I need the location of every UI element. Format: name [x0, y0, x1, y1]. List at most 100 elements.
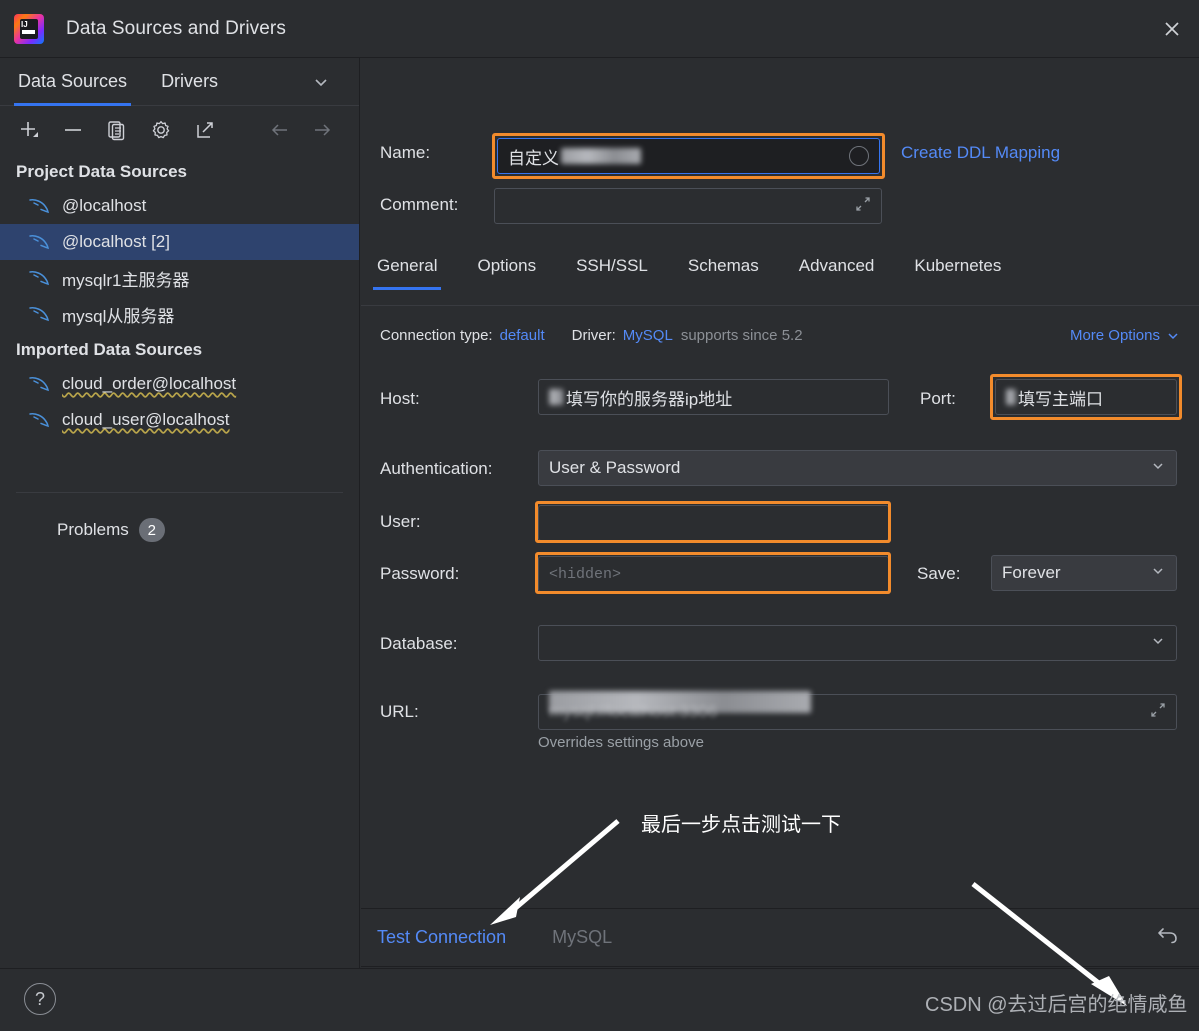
mysql-dolphin-icon [28, 411, 50, 429]
user-input[interactable] [538, 505, 889, 541]
sidebar-divider [16, 492, 343, 493]
sidebar-item-label: @localhost [2] [62, 232, 170, 251]
url-input-value: mysql://localhost:3306 [549, 702, 718, 721]
arrow-left-icon[interactable] [267, 117, 293, 143]
mysql-dolphin-icon [28, 233, 50, 251]
url-label: URL: [380, 702, 419, 721]
user-label: User: [380, 512, 421, 531]
tab-ssh-ssl[interactable]: SSH/SSL [576, 256, 648, 290]
mysql-dolphin-icon [28, 305, 50, 323]
comment-label: Comment: [380, 195, 459, 214]
driver-note: supports since 5.2 [680, 327, 803, 344]
tab-drivers[interactable]: Drivers [161, 71, 218, 92]
more-options-button[interactable]: More Options [1070, 327, 1180, 344]
chevron-down-icon[interactable] [311, 72, 331, 97]
comment-input[interactable] [494, 188, 882, 224]
arrow-right-icon[interactable] [309, 117, 335, 143]
problems-row[interactable]: Problems 2 [0, 518, 359, 542]
sidebar-item-label: cloud_user@localhost [62, 410, 230, 429]
mysql-dolphin-icon [28, 375, 50, 393]
driver-name-label: MySQL [552, 927, 613, 947]
chevron-down-icon [1150, 563, 1166, 584]
csdn-watermark: CSDN @去过后宫的绝情咸鱼 [925, 994, 1188, 1016]
undo-icon[interactable] [1155, 923, 1181, 952]
plus-icon[interactable] [16, 117, 42, 143]
password-placeholder: <hidden> [549, 565, 622, 583]
redacted-host-prefix [549, 389, 563, 405]
name-input-value: 自定义 [508, 148, 559, 168]
tab-general[interactable]: General [372, 256, 443, 290]
password-label: Password: [380, 564, 460, 583]
data-source-settings-panel: Name: 自定义 Create DDL Mapping Comment: Ge… [361, 58, 1199, 908]
sidebar-item-localhost[interactable]: @localhost [0, 188, 359, 224]
dialog-title: Data Sources and Drivers [66, 17, 286, 39]
help-button[interactable]: ? [24, 983, 56, 1015]
mysql-dolphin-icon [28, 197, 50, 215]
port-label: Port: [920, 389, 956, 408]
redacted-port-prefix [1006, 389, 1016, 405]
mysql-dolphin-icon [28, 269, 50, 287]
close-icon[interactable] [1155, 12, 1189, 46]
chevron-down-icon [1150, 458, 1166, 479]
test-connection-bar: Test Connection MySQL [361, 908, 1199, 967]
port-input[interactable]: 填写主端口 [995, 379, 1177, 415]
connection-meta-row: Connection type: default Driver: MySQL s… [380, 327, 1186, 344]
database-select[interactable] [538, 625, 1177, 661]
tab-advanced[interactable]: Advanced [799, 256, 875, 290]
intellij-idea-icon: IJ [14, 13, 44, 44]
connection-type-label: Connection type: [380, 327, 493, 344]
url-input[interactable]: mysql://localhost:3306 [538, 691, 1177, 730]
sidebar-group-title: Imported Data Sources [16, 340, 203, 359]
authentication-select[interactable]: User & Password [538, 450, 1177, 486]
tab-options[interactable]: Options [477, 256, 536, 290]
chevron-down-icon [1168, 332, 1178, 339]
sidebar-item-cloud-order[interactable]: cloud_order@localhost [0, 366, 359, 402]
password-input[interactable]: <hidden> [538, 556, 889, 592]
dialog-titlebar: IJ Data Sources and Drivers [0, 0, 1199, 58]
port-input-value: 填写主端口 [1018, 389, 1103, 409]
create-ddl-mapping-link[interactable]: Create DDL Mapping [901, 143, 1060, 163]
sidebar-item-cloud-user[interactable]: cloud_user@localhost [0, 402, 359, 438]
sidebar-toolbar [0, 106, 359, 154]
more-options-label: More Options [1069, 327, 1160, 344]
host-label: Host: [380, 389, 420, 408]
test-connection-button[interactable]: Test Connection [377, 927, 506, 948]
settings-tabs: General Options SSH/SSL Schemas Advanced… [372, 256, 1001, 290]
status-badge: 2 [138, 518, 165, 542]
tabs-divider [361, 305, 1199, 306]
minus-icon[interactable] [60, 117, 86, 143]
redacted-name-text [561, 148, 641, 164]
data-sources-sidebar: Data Sources Drivers Project Data Source… [0, 58, 360, 973]
save-label: Save: [917, 564, 961, 583]
name-input[interactable]: 自定义 [497, 138, 880, 174]
tab-kubernetes[interactable]: Kubernetes [914, 256, 1001, 290]
external-link-icon[interactable] [192, 117, 218, 143]
sidebar-nav-buttons [267, 117, 335, 143]
sidebar-item-localhost-2[interactable]: @localhost [2] [0, 224, 359, 260]
sidebar-tabs: Data Sources Drivers [0, 58, 359, 106]
annotation-text-test-connection: 最后一步点击测试一下 [641, 814, 841, 836]
name-label: Name: [380, 143, 431, 162]
sidebar-item-mysqlr1-master[interactable]: mysqlr1主服务器 [0, 260, 359, 296]
expand-icon[interactable] [855, 196, 871, 216]
copy-icon[interactable] [104, 117, 130, 143]
sidebar-group-title: Project Data Sources [16, 162, 188, 181]
connection-type-value[interactable]: default [500, 327, 545, 344]
chevron-down-icon [1150, 633, 1166, 654]
sidebar-item-label: @localhost [62, 196, 147, 215]
sidebar-item-mysql-slave[interactable]: mysql从服务器 [0, 296, 359, 332]
tab-data-sources[interactable]: Data Sources [13, 71, 132, 106]
gear-icon[interactable] [148, 117, 174, 143]
driver-label: Driver: [571, 327, 616, 344]
host-input-value: 填写你的服务器ip地址 [566, 389, 733, 409]
sidebar-item-label: mysql从服务器 [62, 306, 175, 326]
host-input[interactable]: 填写你的服务器ip地址 [538, 379, 889, 415]
authentication-label: Authentication: [380, 459, 493, 478]
save-select[interactable]: Forever [991, 555, 1177, 591]
tab-schemas[interactable]: Schemas [688, 256, 759, 290]
expand-icon[interactable] [1150, 702, 1166, 722]
driver-value[interactable]: MySQL [623, 327, 673, 344]
data-sources-dialog: IJ Data Sources and Drivers Data Sources… [0, 0, 1199, 1031]
sidebar-item-label: mysqlr1主服务器 [62, 270, 190, 290]
authentication-value: User & Password [549, 458, 681, 477]
